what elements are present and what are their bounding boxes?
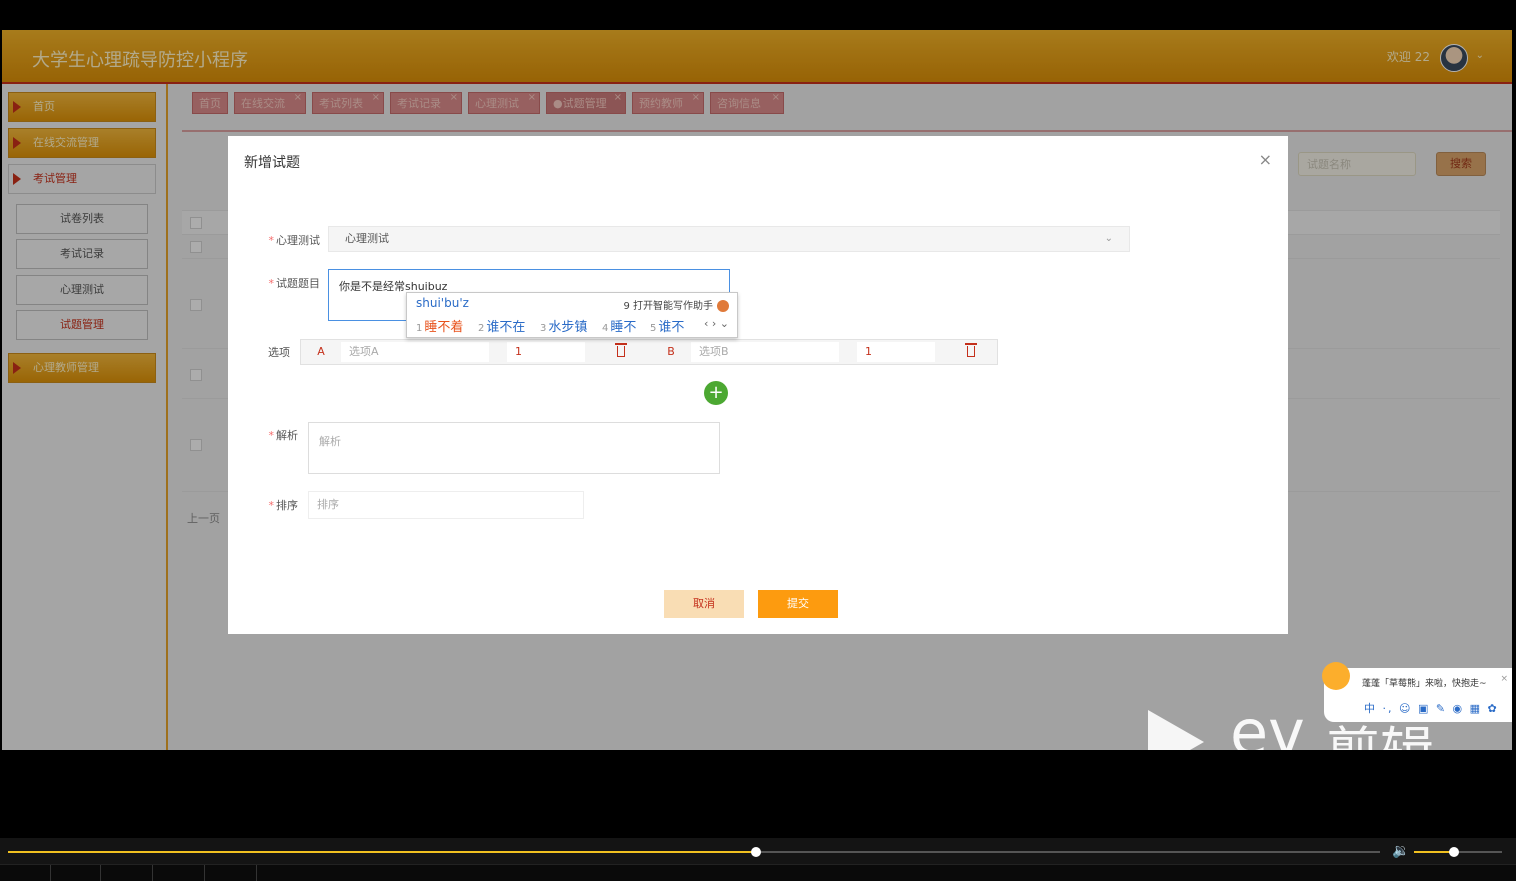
test-label: * 心理测试 (248, 232, 321, 248)
candidate-number: 3 (540, 323, 547, 334)
ime-candidate[interactable]: 2 谁不在 (478, 316, 525, 335)
ime-toolbar-icons[interactable]: 中 ·, ☺ ▣ ✎ ◉ ▦ ✿ (1364, 700, 1499, 716)
required-mark: * (268, 429, 275, 442)
volume-knob[interactable] (1448, 847, 1459, 857)
ime-candidate[interactable]: 3 水步镇 (540, 316, 587, 335)
assistant-icon (717, 300, 729, 312)
add-option-button[interactable]: + (704, 381, 728, 405)
option-letter: B (667, 345, 675, 358)
dialog-title: 新增试题 (244, 155, 300, 171)
add-question-dialog: 新增试题 × * 心理测试 心理测试 ⌄ * 试题题目 你是不是经常shuibuz … (228, 136, 1288, 634)
video-frame: 大学生心理疏导防控小程序 欢迎 22 ⌄ 首页 在线交流管理 考试管理 试卷列表… (2, 30, 1512, 750)
candidate-text: 谁不 (658, 320, 685, 335)
ime-page-arrows[interactable]: ‹ › ⌄ (704, 317, 729, 330)
progress-fill (8, 851, 756, 853)
label-text: 解析 (276, 429, 298, 442)
candidate-text: 水步镇 (548, 320, 588, 335)
candidate-text: 谁不在 (486, 320, 526, 335)
ime-toolbar-popup: 蓬蓬「草莓熊」来啦，快抱走~ × 中 ·, ☺ ▣ ✎ ◉ ▦ ✿ (1322, 662, 1512, 722)
trash-icon[interactable] (965, 343, 977, 358)
ime-candidate[interactable]: 5 谁不 (650, 316, 684, 335)
assist-text: 9 打开智能写作助手 (623, 301, 713, 312)
play-icon (1148, 710, 1204, 750)
popup-message: 蓬蓬「草莓熊」来啦，快抱走~ (1362, 679, 1487, 689)
required-mark: * (268, 277, 275, 290)
volume-fill (1414, 851, 1454, 853)
required-mark: * (268, 234, 275, 247)
chevron-down-icon: ⌄ (1104, 233, 1113, 244)
ime-candidate[interactable]: 1 睡不着 (416, 316, 463, 335)
divider (100, 865, 101, 881)
candidate-number: 1 (416, 323, 423, 334)
trash-icon[interactable] (615, 343, 627, 358)
option-b-input[interactable]: 选项B (691, 342, 839, 362)
option-b-score[interactable]: 1 (857, 342, 935, 362)
volume-icon[interactable]: 🔉 (1392, 843, 1409, 859)
volume-track[interactable] (1414, 847, 1502, 857)
order-input[interactable]: 排序 (308, 491, 584, 519)
option-letter: A (317, 345, 325, 358)
options-row: A 选项A 1 B 选项B 1 (300, 339, 998, 365)
submit-button[interactable]: 提交 (758, 590, 838, 618)
option-a-score[interactable]: 1 (507, 342, 585, 362)
required-mark: * (268, 499, 275, 512)
close-icon[interactable]: × (1259, 150, 1272, 169)
ime-pinyin: shui'bu'z (416, 296, 469, 310)
divider (152, 865, 153, 881)
candidate-text: 睡不着 (424, 320, 464, 335)
candidate-number: 5 (650, 323, 657, 334)
test-select[interactable]: 心理测试 ⌄ (328, 226, 1130, 252)
options-label: 选项 (268, 346, 290, 359)
candidate-number: 2 (478, 323, 485, 334)
label-text: 心理测试 (276, 234, 320, 247)
sun-mascot-icon (1322, 662, 1350, 690)
candidate-number: 4 (602, 323, 609, 334)
order-label: * 排序 (248, 497, 299, 513)
option-a-input[interactable]: 选项A (341, 342, 489, 362)
ime-candidate-window: shui'bu'z 9 打开智能写作助手 1 睡不着 2 谁不在 3 水步镇 4 睡不 … (406, 292, 738, 338)
ime-writing-assistant[interactable]: 9 打开智能写作助手 (623, 297, 729, 312)
label-text: 试题题目 (276, 277, 320, 290)
divider (256, 865, 257, 881)
player-footer (0, 864, 1516, 881)
divider (50, 865, 51, 881)
watermark-text: ev (1230, 696, 1305, 750)
divider (204, 865, 205, 881)
stem-label: * 试题题目 (248, 275, 321, 291)
progress-knob[interactable] (750, 847, 761, 857)
analysis-label: * 解析 (248, 427, 299, 443)
selected-value: 心理测试 (345, 232, 389, 245)
cancel-button[interactable]: 取消 (664, 590, 744, 618)
analysis-textarea[interactable]: 解析 (308, 422, 720, 474)
progress-track[interactable] (8, 847, 1380, 857)
label-text: 排序 (276, 499, 298, 512)
candidate-text: 睡不 (610, 320, 637, 335)
ime-candidate[interactable]: 4 睡不 (602, 316, 636, 335)
close-icon[interactable]: × (1500, 674, 1508, 684)
